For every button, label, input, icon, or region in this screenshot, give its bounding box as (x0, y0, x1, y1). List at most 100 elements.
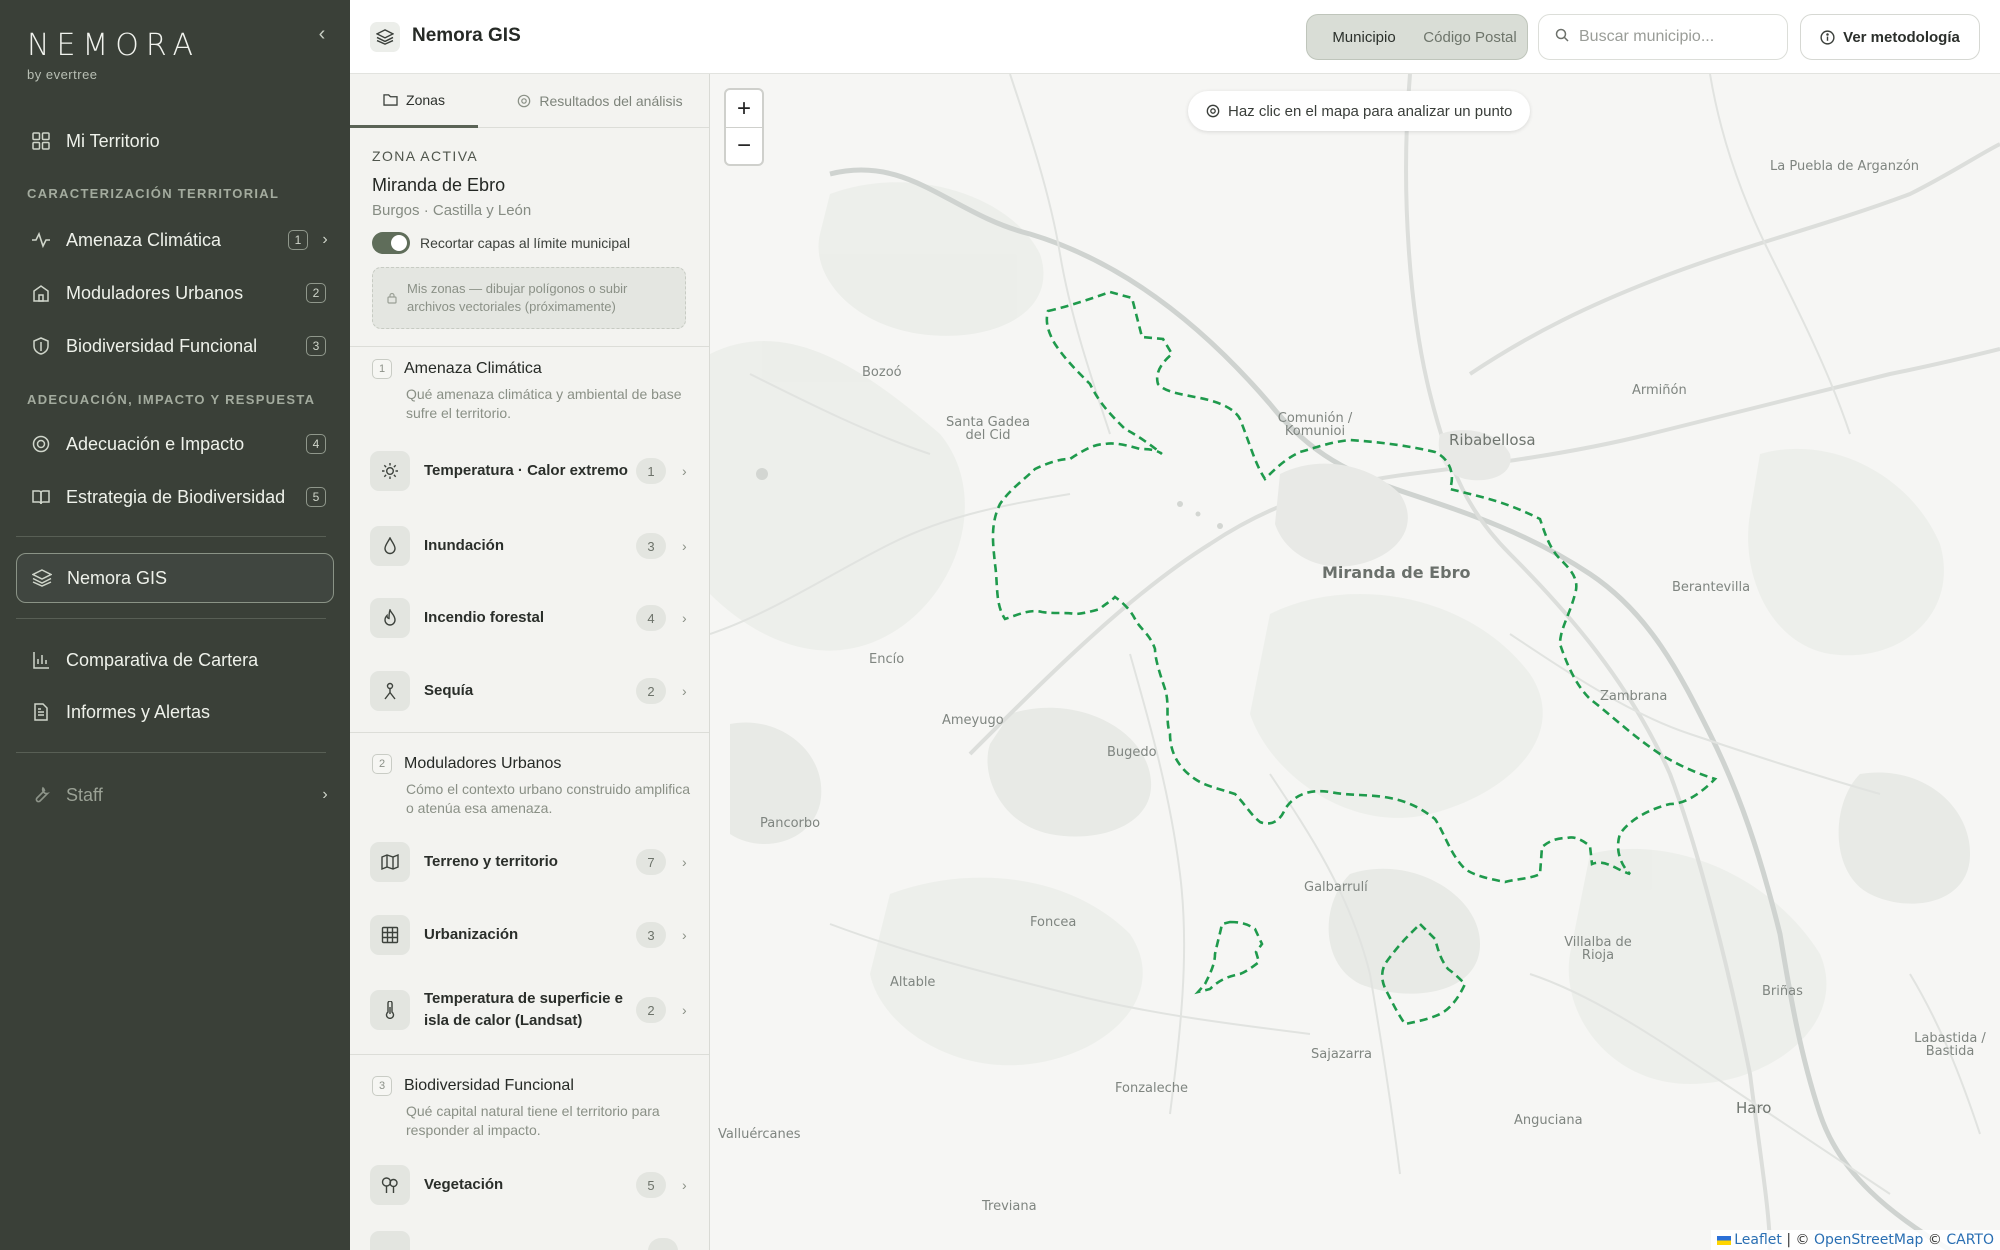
place-label: Anguciana (1514, 1113, 1583, 1128)
place-label: Foncea (1030, 915, 1077, 930)
collapse-sidebar-button[interactable]: ‹ (312, 22, 332, 46)
sidebar-item-label: Biodiversidad Funcional (66, 335, 258, 356)
layer-item-label: Sequía (424, 682, 474, 699)
sidebar-item-comparativa-cartera[interactable]: Comparativa de Cartera (16, 635, 334, 685)
sidebar-item-informes-alertas[interactable]: Informes y Alertas (16, 687, 334, 737)
zone-name: Miranda de Ebro (372, 175, 506, 195)
drop-icon (370, 526, 410, 566)
layer-item-label: Inundación (424, 537, 504, 554)
place-label: Zambrana (1600, 689, 1668, 704)
chevron-right-icon: › (682, 854, 687, 870)
layer-count: 5 (636, 1172, 666, 1198)
wrench-icon (30, 784, 52, 806)
sidebar-item-biodiversidad-funcional[interactable]: Biodiversidad Funcional 3 (16, 321, 334, 371)
layer-item-calor[interactable]: Temperatura · Calor extremo 1 › (370, 444, 694, 498)
chevron-right-icon: › (682, 610, 687, 626)
sidebar-item-moduladores-urbanos[interactable]: Moduladores Urbanos 2 (16, 268, 334, 318)
layer-item-next[interactable] (370, 1224, 694, 1250)
thermometer-icon (370, 990, 410, 1030)
panel-divider (350, 346, 709, 347)
sidebar-item-nemora-gis[interactable]: Nemora GIS (16, 553, 334, 603)
layer-item-landsat[interactable]: Temperatura de superficie e isla de calo… (370, 983, 694, 1037)
place-label: Labastida / Bastida (1914, 1031, 1986, 1059)
tab-zonas[interactable]: Zonas (350, 74, 478, 128)
chevron-right-icon: › (682, 1177, 687, 1193)
group-number: 3 (372, 1076, 392, 1096)
group-description: Qué amenaza climática y ambiental de bas… (406, 386, 682, 421)
app-root: NEMORA by evertree ‹ Mi Territorio CARAC… (0, 0, 2000, 1250)
layer-item-vegetacion[interactable]: Vegetación 5 › (370, 1158, 694, 1212)
map-attribution: Leaflet | © OpenStreetMap © CARTO (1711, 1230, 2000, 1250)
sidebar-item-mi-territorio[interactable]: Mi Territorio (16, 116, 334, 166)
sidebar-item-label: Amenaza Climática (66, 229, 222, 250)
sidebar-item-amenaza-climatica[interactable]: Amenaza Climática 1 › (16, 215, 334, 265)
brand-logo[interactable]: NEMORA by evertree (27, 28, 200, 82)
leaflet-link[interactable]: Leaflet (1734, 1232, 1782, 1248)
group-title: Biodiversidad Funcional (404, 1077, 574, 1094)
map-canvas[interactable]: La Puebla de Arganzón Bozoó Santa Gadea … (710, 74, 2000, 1250)
place-label: Santa Gadea del Cid (946, 415, 1030, 443)
carto-link[interactable]: CARTO (1946, 1232, 1994, 1248)
osm-link[interactable]: OpenStreetMap (1814, 1232, 1923, 1248)
sidebar-item-label: Comparativa de Cartera (66, 649, 259, 670)
seg-codigo-postal[interactable]: Código Postal (1417, 19, 1523, 55)
place-label: Bugedo (1107, 745, 1157, 760)
chevron-right-icon: › (682, 463, 687, 479)
sun-icon (370, 451, 410, 491)
layers-icon (370, 22, 400, 52)
target-icon (30, 433, 52, 455)
chevron-right-icon: › (322, 786, 328, 803)
layer-item-urbanizacion[interactable]: Urbanización 3 › (370, 908, 694, 962)
pulse-icon (30, 229, 52, 251)
layer-icon (370, 1231, 410, 1250)
attrib-separator: | © (1781, 1232, 1814, 1248)
place-label: Briñas (1762, 984, 1803, 999)
group-biodiversidad: 3 Biodiversidad Funcional Qué capital na… (372, 1076, 692, 1140)
sidebar-item-label: Mi Territorio (66, 130, 160, 151)
layer-item-incendio[interactable]: Incendio forestal 4 › (370, 591, 694, 645)
layer-item-inundacion[interactable]: Inundación 3 › (370, 519, 694, 573)
search-box (1538, 14, 1788, 60)
layer-item-label: Terreno y territorio (424, 853, 558, 870)
trees-icon (370, 1165, 410, 1205)
step-badge: 5 (306, 487, 326, 507)
ukraine-flag-icon (1717, 1235, 1732, 1245)
place-label: Villalba de Rioja (1564, 935, 1632, 963)
group-number: 2 (372, 754, 392, 774)
sidebar-item-staff[interactable]: Staff › (16, 770, 334, 820)
sprout-icon (370, 671, 410, 711)
layer-count (648, 1238, 678, 1250)
layer-count: 2 (636, 997, 666, 1023)
layer-item-terreno[interactable]: Terreno y territorio 7 › (370, 835, 694, 889)
clip-toggle-row: Recortar capas al límite municipal (372, 232, 630, 254)
dashboard-icon (30, 130, 52, 152)
group-number: 1 (372, 359, 392, 379)
place-label: Ameyugo (942, 713, 1004, 728)
layer-item-label: Temperatura · Calor extremo (424, 462, 628, 479)
seg-municipio[interactable]: Municipio (1311, 19, 1417, 55)
sidebar-item-estrategia-biodiversidad[interactable]: Estrategia de Biodiversidad 5 (16, 472, 334, 522)
layer-item-sequia[interactable]: Sequía 2 › (370, 664, 694, 718)
tab-resultados[interactable]: Resultados del análisis (500, 74, 700, 128)
sidebar-item-label: Nemora GIS (67, 567, 168, 588)
zoom-in-button[interactable]: + (726, 90, 762, 127)
book-icon (30, 486, 52, 508)
lock-icon (387, 292, 397, 304)
layer-item-label: Incendio forestal (424, 609, 545, 626)
step-badge: 4 (306, 434, 326, 454)
map-hint: Haz clic en el mapa para analizar un pun… (1188, 91, 1531, 131)
sidebar-item-adecuacion-impacto[interactable]: Adecuación e Impacto 4 (16, 419, 334, 469)
place-label: Haro (1736, 1099, 1772, 1117)
sidebar-item-label: Adecuación e Impacto (66, 433, 245, 454)
place-label: Miranda de Ebro (1322, 563, 1471, 582)
methodology-button[interactable]: Ver metodología (1800, 14, 1980, 60)
zoom-out-button[interactable]: − (726, 127, 762, 164)
clip-toggle[interactable] (372, 232, 410, 254)
sidebar-divider (16, 618, 326, 619)
sidebar-item-label: Moduladores Urbanos (66, 282, 244, 303)
layer-item-label: Temperatura de superficie e isla de calo… (424, 990, 623, 1029)
search-input[interactable] (1579, 28, 1769, 46)
place-label: Valluércanes (718, 1127, 801, 1142)
sidebar-item-label: Estrategia de Biodiversidad (66, 486, 286, 507)
info-icon (1820, 29, 1835, 45)
